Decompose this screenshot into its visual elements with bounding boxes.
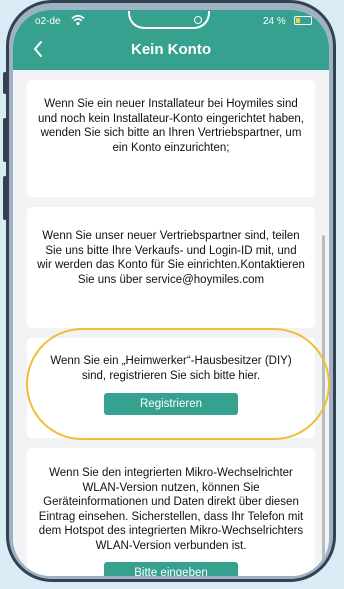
status-bar: o2-de 24 %: [13, 10, 329, 32]
app-header: o2-de 24 % Kein Konto: [13, 10, 329, 70]
phone-side-button: [3, 72, 8, 94]
card-text: Wenn Sie unser neuer Vertriebspartner si…: [37, 230, 305, 286]
carrier-name: o2-de: [35, 16, 61, 27]
info-card-installer: Wenn Sie ein neuer Installateur bei Hoym…: [27, 80, 315, 197]
page-title: Kein Konto: [131, 41, 211, 58]
phone-side-button: [3, 118, 8, 162]
battery-level: [296, 18, 300, 23]
camera-dot: [194, 16, 202, 24]
phone-screen: o2-de 24 % Kein Konto Wenn Sie ein neuer…: [13, 10, 329, 576]
content-area: Wenn Sie ein neuer Installateur bei Hoym…: [13, 70, 329, 576]
card-text: Wenn Sie den integrierten Mikro-Wechselr…: [38, 467, 304, 552]
battery-percent: 24 %: [263, 16, 286, 27]
enter-button[interactable]: Bitte eingeben: [104, 562, 238, 576]
info-card-distributor: Wenn Sie unser neuer Vertriebspartner si…: [27, 207, 315, 328]
card-text: Wenn Sie ein neuer Installateur bei Hoym…: [38, 98, 304, 154]
battery-icon: [294, 16, 312, 25]
info-card-wlan: Wenn Sie den integrierten Mikro-Wechselr…: [27, 448, 315, 576]
highlight-ring: [26, 328, 330, 440]
phone-side-button: [3, 176, 8, 220]
wifi-icon: [71, 14, 85, 29]
